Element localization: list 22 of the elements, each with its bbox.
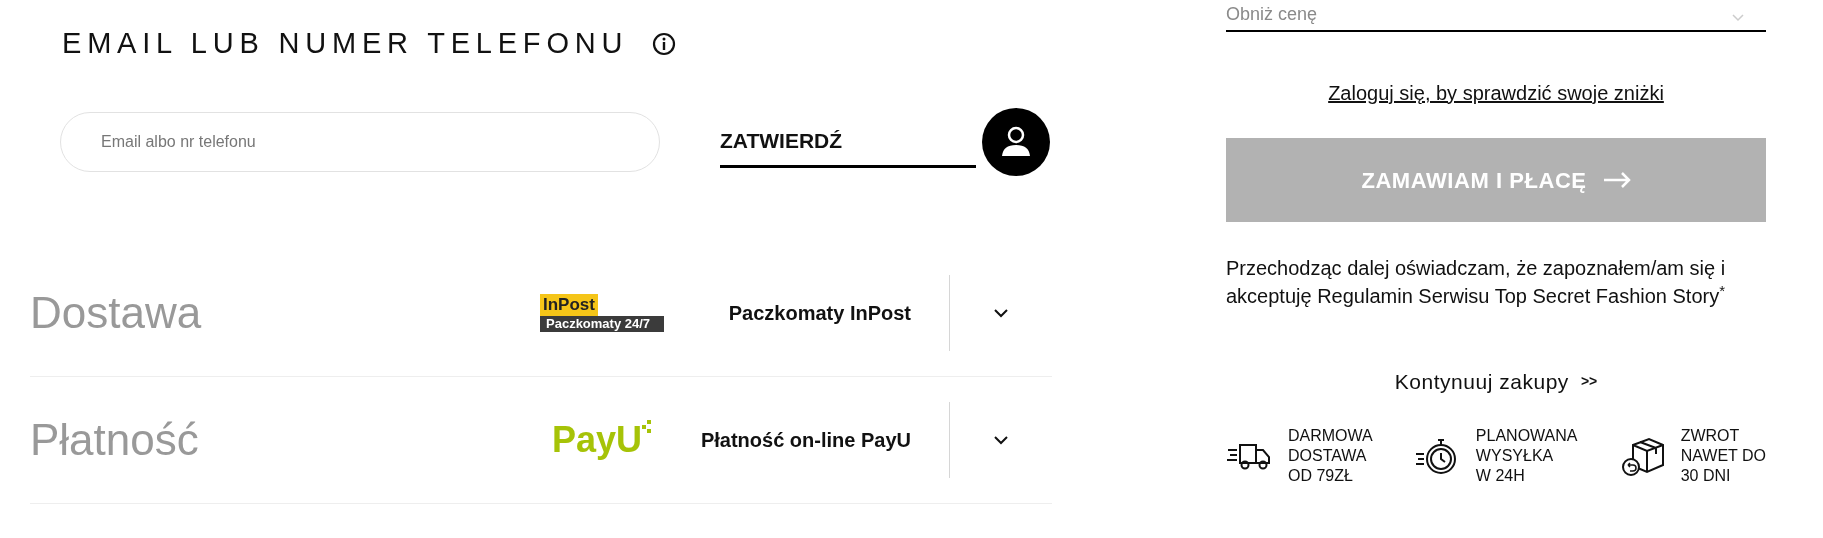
feature-text: PLANOWANA WYSYŁKA W 24H (1475, 425, 1578, 486)
double-arrow: >> (1580, 372, 1598, 392)
feature-text: DARMOWA DOSTAWA OD 79ZŁ (1288, 425, 1373, 486)
logo-text: Paczkomaty 24/7 (540, 315, 664, 332)
chevron-icon[interactable] (993, 434, 1009, 445)
submit-button[interactable]: ZATWIERDŹ (720, 125, 976, 168)
option-value[interactable]: Paczkomaty InPost (664, 297, 949, 328)
payu-logo: PayU (540, 419, 664, 460)
info-icon[interactable] (652, 31, 677, 56)
option-value[interactable]: Płatność on-line PayU (664, 424, 949, 455)
arrow-icon (1602, 172, 1631, 188)
chevron-icon[interactable] (993, 307, 1009, 318)
consent-text: Przechodząc dalej oświadczam, że zapoznałem/am się i akceptuję Regulamin Serwisu Top Secret Fashion Story$^{*}$ (1226, 256, 1726, 309)
section-title: EMAIL LUB NUMER TELEFONU (62, 26, 629, 61)
logo-text: InPost (540, 293, 598, 316)
discount-select[interactable]: Obniż cenę (1226, 0, 1766, 32)
login-link[interactable]: Zaloguj się, by sprawdzić swoje zniżki (1328, 78, 1664, 108)
option-label: Płatność (30, 413, 200, 466)
email-field[interactable]: Email albo nr telefonu (60, 111, 660, 172)
continue-shopping-link[interactable]: Kontynuuj zakupy (1394, 366, 1569, 398)
feature-text: ZWROT NAWET DO 30 DNI (1680, 425, 1766, 486)
option-label: Dostawa (30, 286, 203, 339)
